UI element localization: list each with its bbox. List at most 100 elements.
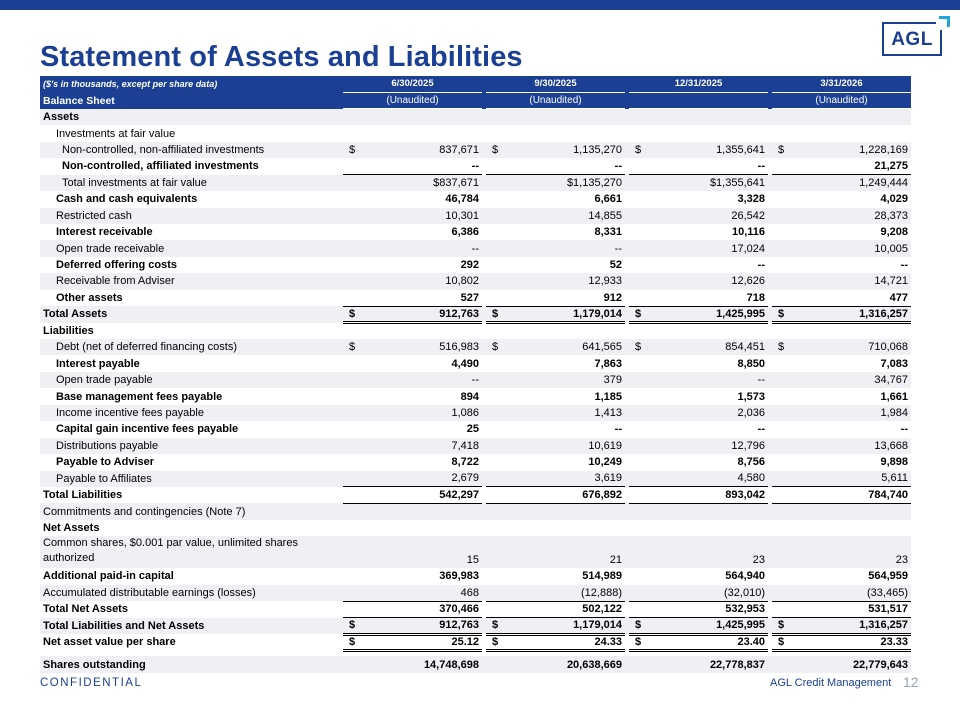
cell-value: -- [757,374,765,387]
table-row: Distributions payable 7,418 10,619 12,796 13… [40,437,911,455]
cell-value: 14,855 [588,209,622,222]
value-cell: $641,565 [486,339,625,356]
value-cell: 6,661 [486,191,625,207]
table-row: Payable to Adviser 8,722 10,249 8,756 9,898 [40,454,911,470]
row-label: Net Assets [43,522,100,535]
value-cell: 1,086 [343,404,482,422]
page-number: 12 [903,674,919,690]
value-cell: 21 [486,536,625,569]
agl-logo: AGL [882,16,950,56]
cell-value: 532,953 [725,603,765,616]
cell-value: 9,208 [880,226,908,239]
cell-value: 527 [460,291,479,304]
cell-value: 6,386 [451,226,479,239]
cell-value: 10,116 [731,226,765,239]
row-label: Open trade receivable [40,240,343,257]
value-cell: 1,413 [486,404,625,422]
value-cell: 12,796 [629,437,768,455]
value-cell: $854,451 [629,339,768,356]
cell-value: 292 [460,259,479,272]
dollar-sign: $ [778,619,785,632]
table-row: Non-controlled, non-affiliated investmen… [40,141,911,159]
dollar-sign: $ [349,307,356,320]
value-cell [486,503,625,520]
dollar-sign: $ [635,619,642,632]
cell-value: 1,984 [880,406,908,419]
value-cell: 28,373 [772,207,911,224]
value-cell: 8,331 [486,224,625,240]
value-cell: 502,122 [486,601,625,619]
table-row: Net Assets [40,520,911,536]
value-cell: -- [772,421,911,437]
row-label: Restricted cash [40,207,343,224]
value-cell: 9,208 [772,224,911,240]
row-label: Debt (net of deferred financing costs) [40,339,343,356]
cell-value: 23 [895,554,908,567]
top-accent-bar [0,0,960,10]
confidential-label: CONFIDENTIAL [40,677,143,689]
value-cell: 7,083 [772,355,911,371]
period-header: 3/31/2026 [772,76,911,93]
value-cell: 784,740 [772,486,911,504]
audit-status: (Unaudited) [772,92,911,110]
value-cell: 10,116 [629,224,768,240]
cell-value: 2,679 [451,472,479,485]
audit-status: (Unaudited) [486,92,625,110]
cell-value: 1,425,995 [716,307,765,320]
cell-value: 7,418 [451,439,479,452]
value-cell: 14,748,698 [343,656,482,673]
row-label: Total Net Assets [43,603,128,616]
value-cell: $23.40 [629,634,768,652]
dollar-sign: $ [492,307,499,320]
cell-value: 893,042 [725,489,765,502]
cell-value: 1,086 [451,406,479,419]
cell-value: -- [900,259,908,272]
value-cell [629,125,768,141]
cell-value: $1,355,641 [709,177,765,190]
dollar-sign: $ [778,636,785,649]
cell-value: 1,179,014 [573,619,622,632]
row-label: Interest receivable [56,226,153,239]
row-label: Investments at fair value [56,127,176,140]
value-cell: 542,297 [343,486,482,504]
cell-value: 7,863 [594,357,622,370]
cell-value: 1,425,995 [716,619,765,632]
cell-value: 1,316,257 [859,619,908,632]
value-cell: -- [343,371,482,389]
row-label: Total investments at fair value [40,174,343,192]
row-label: Accumulated distributable earnings (loss… [40,584,343,602]
table-row: Net asset value per share $25.12 $24.33 $23… [40,634,911,652]
cell-value: 9,898 [880,456,908,469]
cell-value: -- [471,374,479,387]
period-header: 6/30/2025 [343,76,482,93]
value-cell: 912 [486,289,625,307]
value-cell [343,520,482,536]
value-cell: 10,005 [772,240,911,257]
dollar-sign: $ [492,143,499,156]
value-cell [486,125,625,141]
value-cell: 52 [486,257,625,273]
value-cell: 22,779,643 [772,656,911,673]
value-cell: 9,898 [772,454,911,470]
cell-value: 564,959 [868,570,908,583]
cell-value: 912,763 [439,307,479,320]
value-cell: 15 [343,536,482,569]
cell-value: 23 [752,554,765,567]
value-cell: $24.33 [486,634,625,652]
cell-value: 12,796 [731,439,765,452]
value-cell [772,323,911,339]
table-row: Additional paid-in capital 369,983 514,989… [40,568,911,584]
value-cell: $1,425,995 [629,617,768,636]
dollar-sign: $ [778,143,785,156]
dollar-sign: $ [492,636,499,649]
cell-value: (33,465) [867,586,908,599]
section-label: Balance Sheet [40,92,343,109]
cell-value: 17,024 [731,242,765,255]
table-row: Open trade receivable -- -- 17,024 10,005 [40,240,911,257]
footer-brand: AGL Credit Management [770,677,892,689]
cell-value: 10,802 [445,275,479,288]
value-cell: 4,580 [629,470,768,488]
balance-sheet-table: ($'s in thousands, except per share data… [40,76,911,673]
value-cell: $516,983 [343,339,482,356]
value-cell [486,108,625,126]
